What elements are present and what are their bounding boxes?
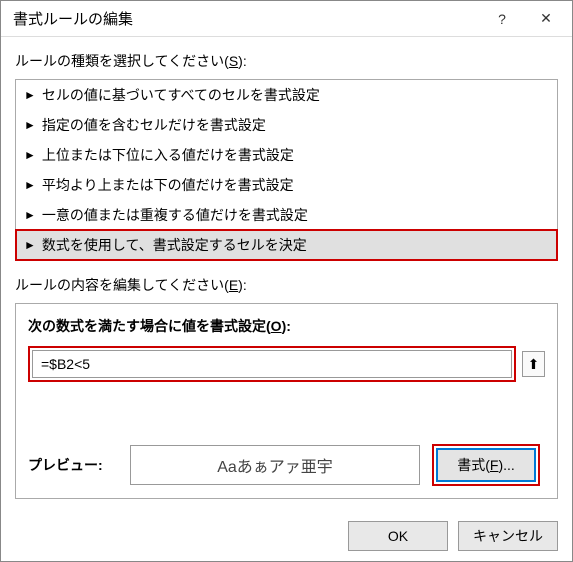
dialog-footer: OK キャンセル (1, 511, 572, 561)
dialog-content: ルールの種類を選択してください(S): ► セルの値に基づいてすべてのセルを書式… (1, 37, 572, 511)
preview-label: プレビュー: (28, 455, 118, 475)
rule-type-text: 一意の値または重複する値だけを書式設定 (42, 205, 308, 225)
rule-type-text: 上位または下位に入る値だけを書式設定 (42, 145, 294, 165)
rule-type-item-selected[interactable]: ► 数式を使用して、書式設定するセルを決定 (16, 230, 557, 260)
rule-type-text: 指定の値を含むセルだけを書式設定 (42, 115, 266, 135)
formula-input[interactable] (32, 350, 512, 378)
arrow-icon: ► (24, 88, 36, 102)
ok-button[interactable]: OK (348, 521, 448, 551)
rule-content-label: ルールの内容を編集してください(E): (15, 275, 558, 295)
collapse-dialog-button[interactable]: ⬆ (522, 351, 545, 377)
rule-type-item[interactable]: ► 平均より上または下の値だけを書式設定 (16, 170, 557, 200)
rule-type-text: 数式を使用して、書式設定するセルを決定 (42, 235, 307, 255)
help-button[interactable]: ? (480, 4, 524, 34)
cancel-button[interactable]: キャンセル (458, 521, 558, 551)
rule-type-label: ルールの種類を選択してください(S): (15, 51, 558, 71)
rule-content-section: 次の数式を満たす場合に値を書式設定(O): ⬆ プレビュー: Aaあぁアァ亜宇 … (15, 303, 558, 499)
edit-formatting-rule-dialog: 書式ルールの編集 ? ✕ ルールの種類を選択してください(S): ► セルの値に… (0, 0, 573, 562)
rule-type-list[interactable]: ► セルの値に基づいてすべてのセルを書式設定 ► 指定の値を含むセルだけを書式設… (15, 79, 558, 261)
rule-type-text: セルの値に基づいてすべてのセルを書式設定 (42, 85, 320, 105)
format-button-highlight: 書式(F)... (432, 444, 540, 486)
reference-icon: ⬆ (528, 356, 540, 373)
rule-type-item[interactable]: ► 上位または下位に入る値だけを書式設定 (16, 140, 557, 170)
rule-type-item[interactable]: ► セルの値に基づいてすべてのセルを書式設定 (16, 80, 557, 110)
close-button[interactable]: ✕ (524, 4, 568, 34)
rule-type-item[interactable]: ► 指定の値を含むセルだけを書式設定 (16, 110, 557, 140)
arrow-icon: ► (24, 178, 36, 192)
preview-row: プレビュー: Aaあぁアァ亜宇 書式(F)... (28, 444, 545, 486)
formula-row: ⬆ (28, 346, 545, 382)
dialog-title: 書式ルールの編集 (13, 8, 480, 29)
format-button[interactable]: 書式(F)... (436, 448, 536, 482)
arrow-icon: ► (24, 238, 36, 252)
formula-input-highlight (28, 346, 516, 382)
rule-type-text: 平均より上または下の値だけを書式設定 (42, 175, 294, 195)
arrow-icon: ► (24, 148, 36, 162)
arrow-icon: ► (24, 208, 36, 222)
rule-type-item[interactable]: ► 一意の値または重複する値だけを書式設定 (16, 200, 557, 230)
titlebar: 書式ルールの編集 ? ✕ (1, 1, 572, 37)
formula-condition-label: 次の数式を満たす場合に値を書式設定(O): (28, 316, 545, 336)
arrow-icon: ► (24, 118, 36, 132)
preview-box: Aaあぁアァ亜宇 (130, 445, 420, 485)
